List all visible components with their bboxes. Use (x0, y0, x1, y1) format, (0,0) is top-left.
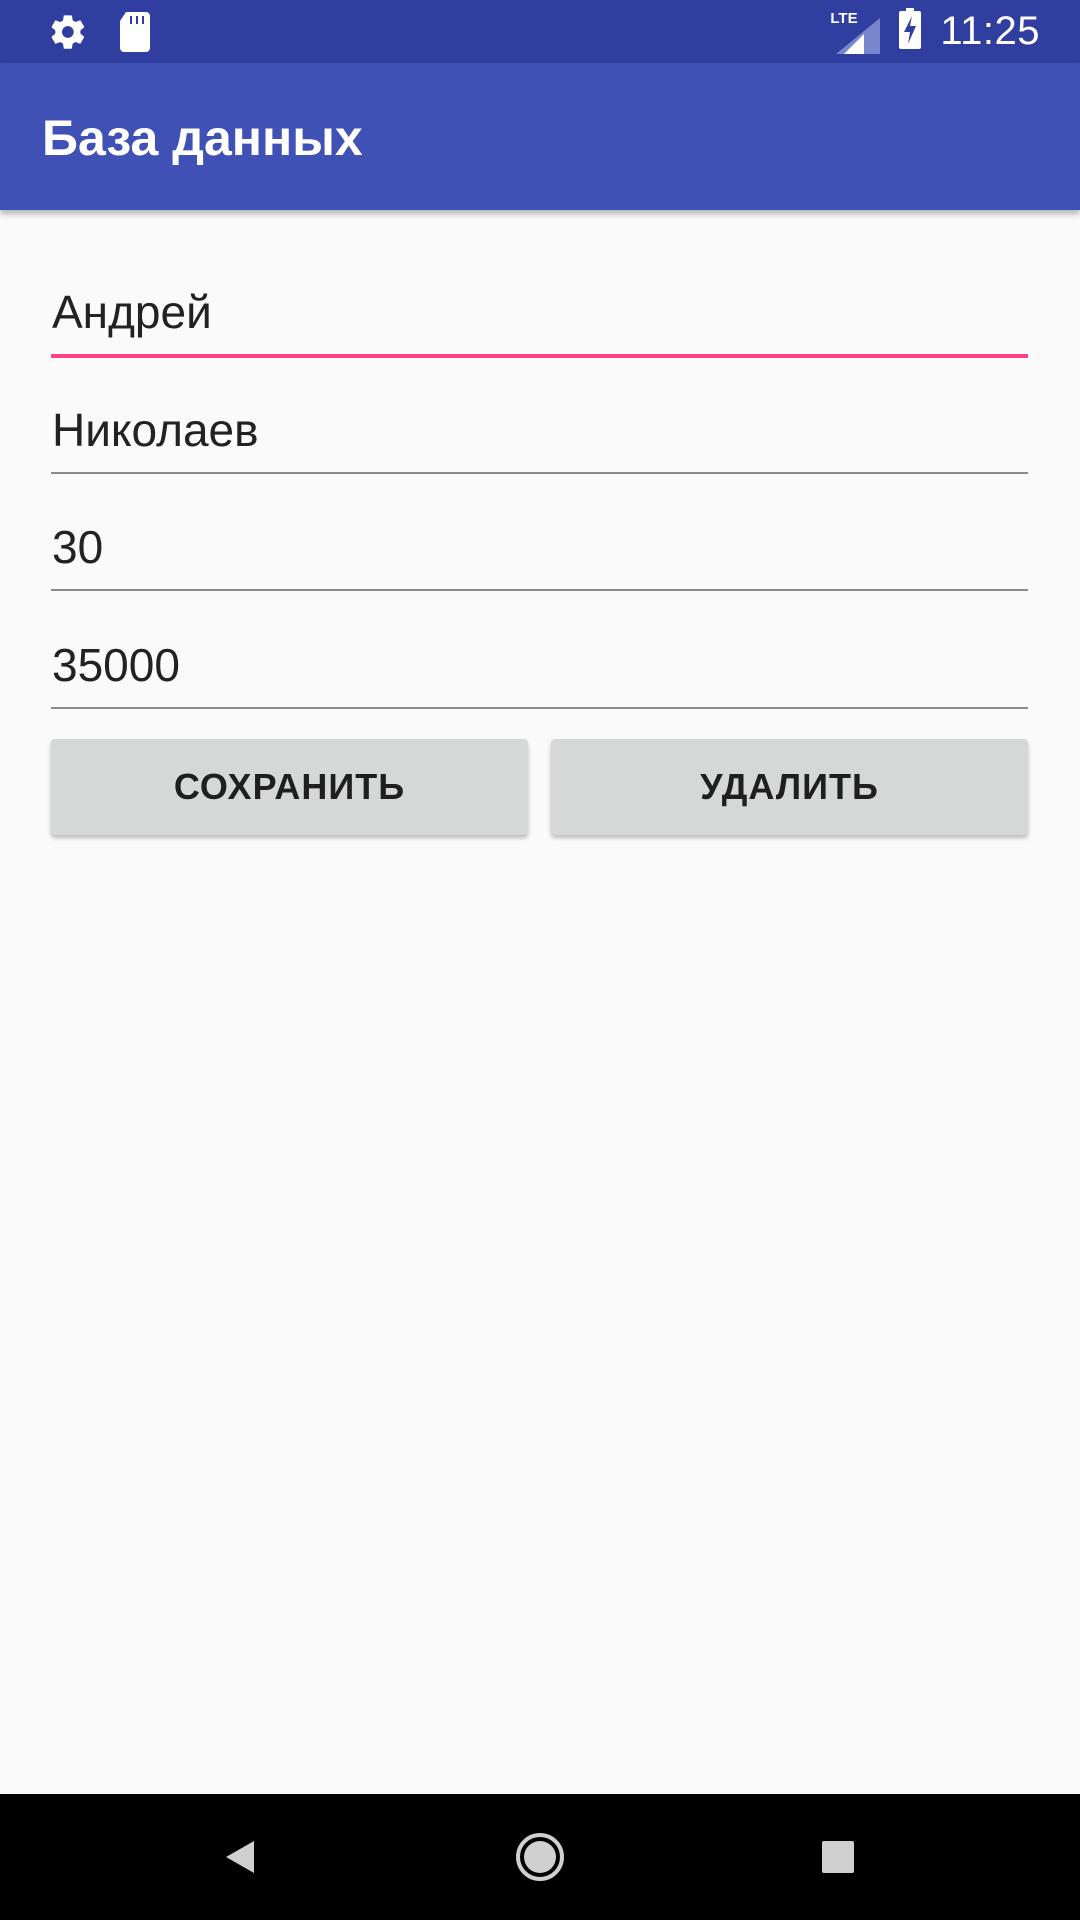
last-name-field[interactable]: Николаев (51, 400, 1028, 474)
home-icon[interactable] (500, 1794, 580, 1920)
clock: 11:25 (940, 9, 1040, 53)
status-bar: LTE 11:25 (0, 0, 1080, 63)
save-button[interactable]: СОХРАНИТЬ (51, 739, 528, 835)
app-bar: База данных (0, 63, 1080, 210)
salary-field[interactable]: 35000 (51, 635, 1028, 709)
delete-button[interactable]: УДАЛИТЬ (551, 739, 1028, 835)
last-name-value: Николаев (52, 404, 259, 456)
salary-value: 35000 (52, 639, 180, 691)
back-icon[interactable] (200, 1794, 280, 1920)
status-right-icons: LTE 11:25 (830, 0, 1040, 63)
age-value: 30 (52, 521, 104, 573)
status-left-icons (48, 12, 152, 57)
first-name-value: Андрей (52, 286, 212, 338)
first-name-field[interactable]: Андрей (51, 282, 1028, 358)
navigation-bar (0, 1794, 1080, 1920)
signal-icon: LTE (830, 10, 881, 54)
battery-charging-icon (898, 8, 922, 55)
settings-icon (48, 12, 88, 57)
first-name-underline (51, 354, 1028, 358)
sd-card-icon (118, 12, 152, 57)
age-field[interactable]: 30 (51, 517, 1028, 591)
recents-icon[interactable] (798, 1794, 878, 1920)
last-name-underline (51, 472, 1028, 474)
age-underline (51, 589, 1028, 591)
app-title: База данных (42, 110, 363, 166)
salary-underline (51, 707, 1028, 709)
